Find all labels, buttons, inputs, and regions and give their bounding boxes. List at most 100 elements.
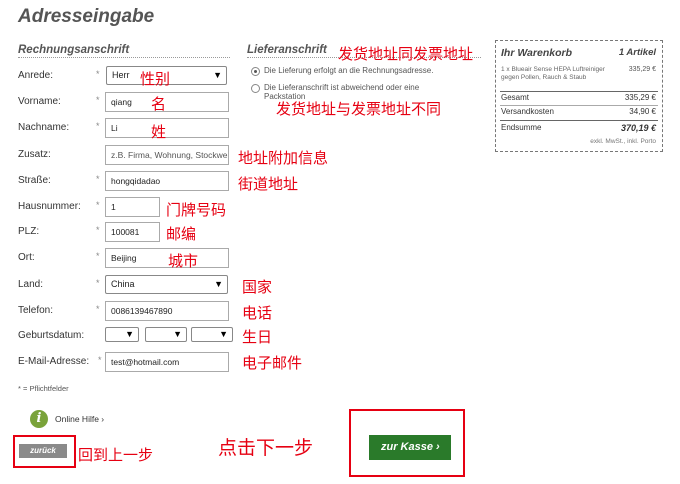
form-row-strasse: Straße: * hongqidadao [18, 171, 238, 193]
annotation-first-name: 名 [151, 95, 167, 113]
form-row-vorname: Vorname: * qiang [18, 92, 238, 114]
zusatz-input[interactable]: z.B. Firma, Wohnung, Stockwerk [105, 145, 229, 165]
cart-row-value: 34,90 € [629, 107, 656, 116]
required-star: * [98, 355, 102, 365]
billing-section-title: Rechnungsanschrift [18, 44, 130, 56]
birth-year-select[interactable]: ▼ [191, 327, 233, 342]
vorname-input[interactable]: qiang [105, 92, 229, 112]
required-star: * [96, 69, 100, 79]
annotation-gender: 性别 [140, 70, 171, 88]
birth-month-select[interactable]: ▼ [145, 327, 187, 342]
strasse-input[interactable]: hongqidadao [105, 171, 229, 191]
checkout-button[interactable]: zur Kasse › [369, 435, 451, 460]
email-label: E-Mail-Adresse: [18, 356, 90, 367]
plz-label: PLZ: [18, 226, 40, 237]
cart-divider [500, 91, 658, 92]
chevron-right-icon: › [98, 414, 105, 424]
hausnummer-input[interactable]: 1 [105, 197, 160, 217]
annotation-country: 国家 [242, 278, 273, 296]
form-row-anrede: Anrede: * Herr ▼ [18, 66, 238, 88]
ort-input[interactable]: Beijing [105, 248, 229, 268]
annotation-zip: 邮编 [166, 225, 197, 243]
form-row-zusatz: Zusatz: z.B. Firma, Wohnung, Stockwerk [18, 145, 238, 167]
annotation-house-number: 门牌号码 [166, 201, 227, 219]
required-star: * [96, 121, 100, 131]
birth-day-select[interactable]: ▼ [105, 327, 139, 342]
form-row-land: Land: * China ▼ [18, 275, 238, 297]
telefon-input[interactable]: 0086139467890 [105, 301, 229, 321]
page-title: Adresseingabe [18, 6, 155, 27]
land-select[interactable]: China ▼ [105, 275, 228, 294]
cart-row-value: 335,29 € [624, 93, 656, 102]
telefon-label: Telefon: [18, 305, 54, 316]
annotation-address-addition: 地址附加信息 [238, 149, 329, 167]
strasse-label: Straße: [18, 175, 51, 186]
annotation-birthday: 生日 [242, 328, 273, 346]
required-star: * [96, 95, 100, 105]
required-star: * [96, 304, 100, 314]
billing-divider [18, 57, 230, 58]
chevron-down-icon: ▼ [173, 329, 182, 339]
cart-row-gesamt: Gesamt 335,29 € [501, 93, 656, 105]
vorname-label: Vorname: [18, 96, 61, 107]
annotation-last-name: 姓 [151, 123, 167, 141]
anrede-label: Anrede: [18, 70, 54, 81]
nachname-input[interactable]: Li [105, 118, 229, 138]
cart-divider [500, 105, 658, 106]
required-star: * [96, 278, 100, 288]
annotation-street: 街道地址 [238, 175, 299, 193]
cart-item: 1 x Blueair Sense HEPA Luftreiniger gege… [501, 66, 605, 81]
geburtsdatum-label: Geburtsdatum: [18, 330, 85, 341]
required-star: * [96, 251, 100, 261]
zusatz-label: Zusatz: [18, 149, 51, 160]
form-row-email: E-Mail-Adresse: * test@hotmail.com [18, 352, 238, 374]
cart-row-label: Gesamt [501, 93, 530, 102]
form-row-plz: PLZ: * 100081 [18, 222, 238, 244]
land-label: Land: [18, 279, 44, 290]
annotation-shipping-different: 发货地址与发票地址不同 [276, 100, 442, 118]
form-row-geburtsdatum: Geburtsdatum: ▼ ▼ ▼ [18, 326, 238, 348]
cart-divider [500, 120, 658, 121]
cart-box: Ihr Warenkorb 1 Artikel 1 x Blueair Sens… [495, 40, 663, 152]
cart-total-label: Endsumme [501, 123, 542, 132]
anrede-value: Herr [112, 70, 130, 80]
form-row-nachname: Nachname: * Li [18, 118, 238, 140]
shipping-section-title: Lieferanschrift [247, 44, 327, 56]
plz-input[interactable]: 100081 [105, 222, 160, 242]
cart-row-versand: Versandkosten 34,90 € [501, 107, 656, 119]
annotation-next: 点击下一步 [218, 437, 314, 459]
chevron-down-icon: ▼ [219, 329, 228, 339]
ort-label: Ort: [18, 252, 35, 263]
chevron-down-icon: ▼ [125, 329, 134, 339]
nachname-label: Nachname: [18, 122, 70, 133]
cart-row-label: Versandkosten [501, 107, 554, 116]
cart-title: Ihr Warenkorb [501, 47, 572, 59]
online-help-link[interactable]: Online Hilfe › [55, 414, 104, 424]
form-row-telefon: Telefon: * 0086139467890 [18, 301, 238, 323]
annotation-back: 回到上一步 [78, 446, 154, 464]
hausnummer-label: Hausnummer: [18, 201, 81, 212]
cart-item-price: 335,29 € [628, 66, 656, 73]
annotation-city: 城市 [168, 252, 199, 270]
required-star: * [96, 225, 100, 235]
annotation-phone: 电话 [242, 304, 273, 322]
required-fields-note: * = Pflichtfelder [18, 384, 69, 393]
required-star: * [96, 174, 100, 184]
info-icon[interactable]: i [30, 410, 48, 428]
cart-total-value: 370,19 € [620, 123, 656, 133]
chevron-down-icon: ▼ [214, 279, 223, 289]
shipping-different-radio[interactable] [251, 84, 260, 93]
annotation-email: 电子邮件 [242, 354, 303, 372]
shipping-same-text: Die Lieferung erfolgt an die Rechnungsad… [264, 66, 434, 75]
shipping-same-radio[interactable] [251, 67, 260, 76]
land-value: China [111, 279, 135, 289]
chevron-down-icon: ▼ [213, 70, 222, 80]
chevron-right-icon: › [432, 441, 440, 453]
online-help-label: Online Hilfe [55, 414, 99, 424]
cart-vat-note: exkl. MwSt., inkl. Porto [590, 138, 656, 145]
annotation-shipping-same: 发货地址同发票地址 [338, 45, 474, 63]
email-input[interactable]: test@hotmail.com [105, 352, 229, 372]
required-star: * [96, 200, 100, 210]
cart-count: 1 Artikel [618, 47, 656, 58]
back-button[interactable]: zurück [19, 444, 67, 458]
